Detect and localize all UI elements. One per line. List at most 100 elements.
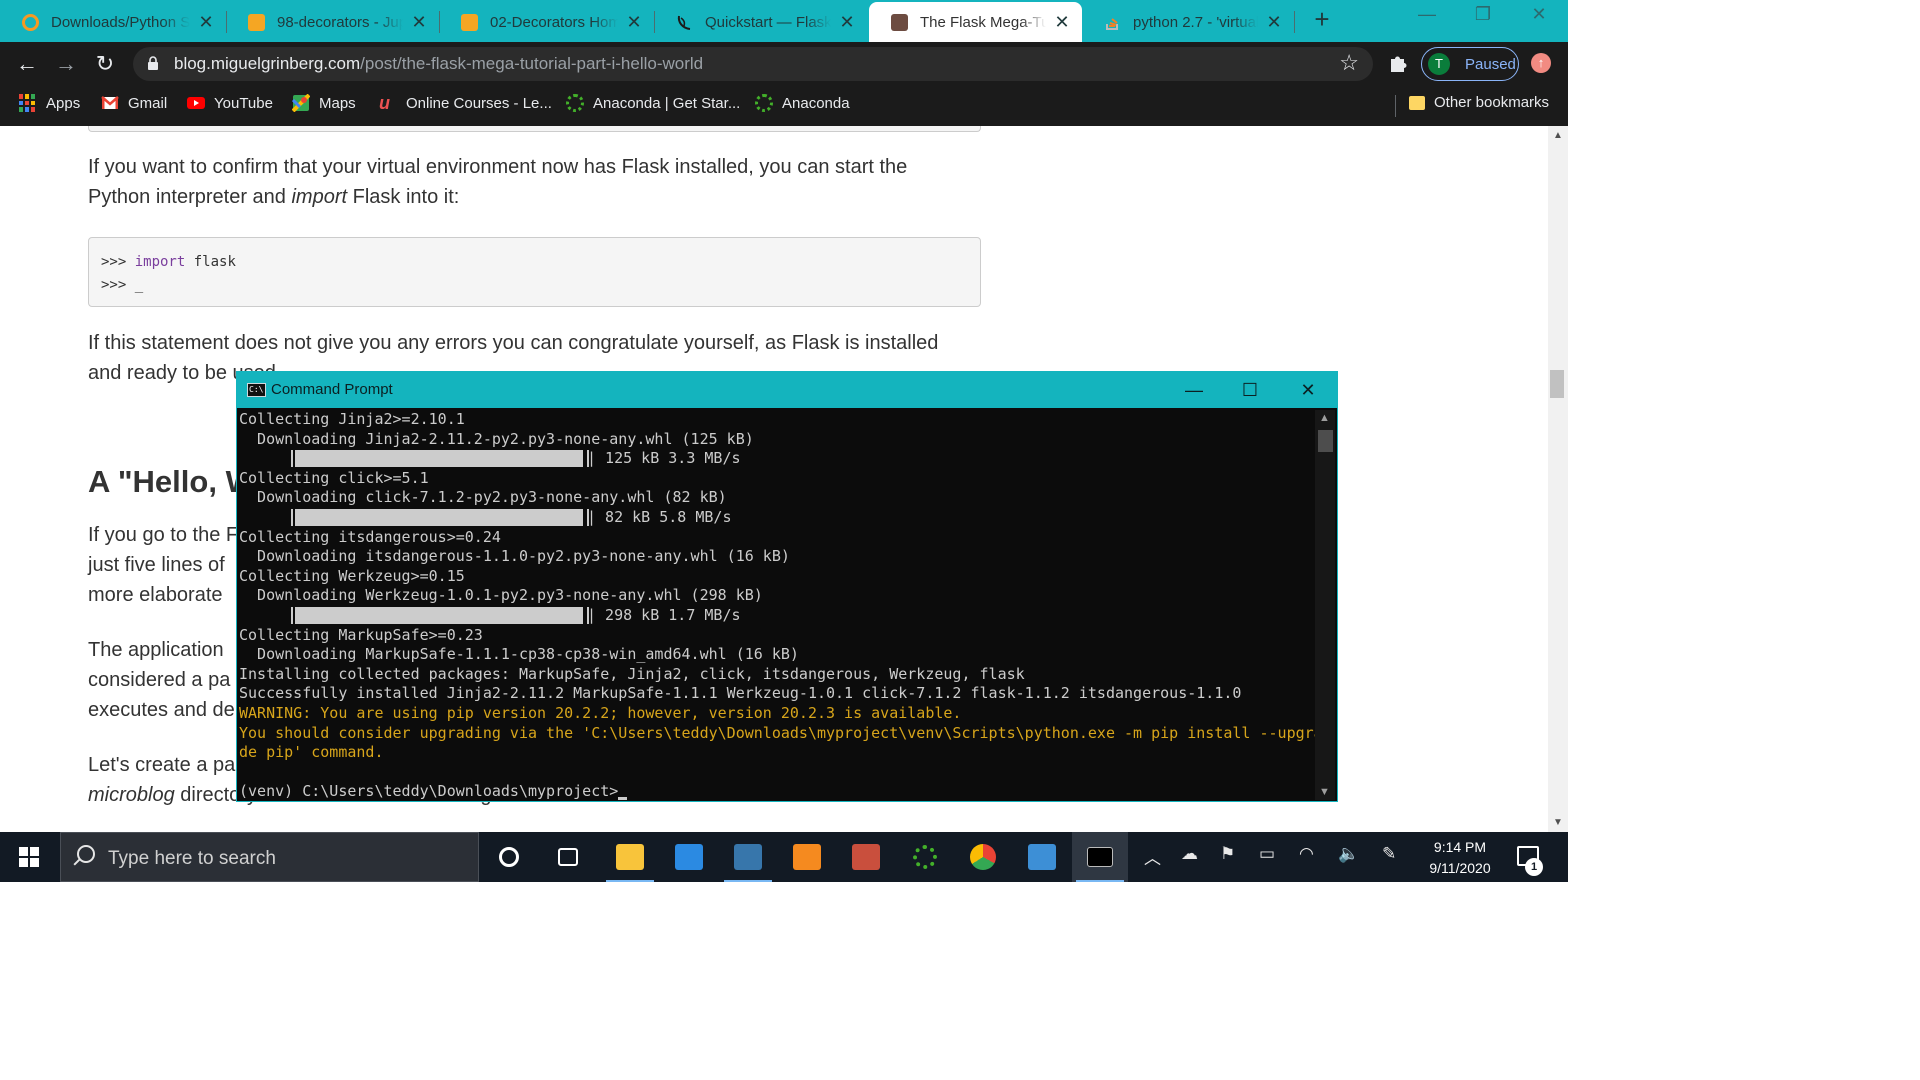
profile-button[interactable]: T Paused bbox=[1421, 47, 1519, 81]
cmd-output-line: (venv) C:\Users\teddy\Downloads\myprojec… bbox=[239, 782, 1315, 800]
clock-time: 9:14 PM bbox=[1433, 839, 1487, 855]
running-indicator bbox=[724, 880, 772, 882]
cmd-scroll-down-icon[interactable]: ▼ bbox=[1319, 786, 1330, 798]
bookmark-anaconda[interactable]: Anaconda bbox=[755, 94, 850, 112]
show-hidden-icons-chevron-icon[interactable]: ︿ bbox=[1144, 844, 1161, 869]
wifi-icon[interactable]: ◠ bbox=[1299, 844, 1314, 864]
other-bookmarks-folder[interactable]: Other bookmarks bbox=[1409, 94, 1549, 111]
cmd-output-line: Collecting Werkzeug>=0.15 bbox=[239, 566, 465, 585]
bookmark-gmail[interactable]: Gmail bbox=[101, 94, 167, 112]
back-arrow-icon[interactable]: ← bbox=[13, 50, 41, 78]
tab-decorators-home[interactable]: 02-Decorators Home ✕ bbox=[439, 2, 654, 42]
bookmark-youtube[interactable]: YouTube bbox=[187, 94, 273, 112]
bookmark-maps[interactable]: Maps bbox=[292, 94, 356, 112]
tab-python-virtualenv[interactable]: python 2.7 - 'virtuale ✕ bbox=[1082, 2, 1294, 42]
text-cursor bbox=[618, 796, 628, 800]
taskbar-clock[interactable]: 9:14 PM 9/11/2020 bbox=[1412, 837, 1508, 879]
python-icon[interactable] bbox=[720, 832, 776, 882]
anaconda-icon bbox=[566, 94, 584, 112]
windows-start-icon[interactable] bbox=[19, 847, 39, 867]
stackoverflow-icon bbox=[1104, 14, 1121, 31]
task-view-icon[interactable] bbox=[540, 832, 596, 882]
scroll-up-icon[interactable]: ▲ bbox=[1553, 130, 1563, 141]
command-prompt-icon[interactable] bbox=[1072, 832, 1128, 882]
cmd-close-button[interactable]: ✕ bbox=[1288, 376, 1328, 404]
cmd-scroll-thumb[interactable] bbox=[1318, 430, 1333, 452]
cortana-icon[interactable] bbox=[481, 832, 537, 882]
cmd-title-bar[interactable]: C:\ Command Prompt — ☐ ✕ bbox=[237, 372, 1337, 408]
page-scrollbar[interactable]: ▲ ▼ bbox=[1548, 126, 1568, 832]
python-icon-glyph bbox=[734, 844, 762, 870]
tab-decorators[interactable]: 98-decorators - Jupy ✕ bbox=[226, 2, 439, 42]
forward-arrow-icon[interactable]: → bbox=[52, 50, 80, 78]
reload-icon[interactable]: ↻ bbox=[91, 50, 119, 78]
new-tab-button[interactable]: + bbox=[1310, 4, 1334, 35]
cmd-output-line: WARNING: You are using pip version 20.2.… bbox=[239, 703, 962, 722]
tab-close-icon[interactable]: ✕ bbox=[1052, 12, 1072, 33]
page-scroll-thumb[interactable] bbox=[1550, 370, 1564, 398]
mail-icon[interactable] bbox=[661, 832, 717, 882]
gmail-icon bbox=[101, 96, 119, 109]
extensions-puzzle-icon[interactable] bbox=[1387, 52, 1409, 74]
taskbar-search-input[interactable]: Type here to search bbox=[60, 832, 479, 882]
bookmark-apps[interactable]: Apps bbox=[19, 94, 80, 112]
url-path: /post/the-flask-mega-tutorial-part-i-hel… bbox=[360, 54, 704, 73]
running-indicator bbox=[606, 880, 654, 882]
tab-close-icon[interactable]: ✕ bbox=[196, 12, 216, 33]
browser-minimize-button[interactable]: — bbox=[1412, 4, 1442, 25]
file-explorer-icon[interactable] bbox=[602, 832, 658, 882]
search-placeholder: Type here to search bbox=[108, 848, 276, 869]
section-heading-hello-world: A "Hello, W bbox=[88, 464, 255, 499]
folder-icon bbox=[1409, 95, 1425, 110]
notebook-icon bbox=[461, 13, 478, 31]
onedrive-cloud-icon[interactable]: ☁ bbox=[1181, 844, 1198, 864]
lock-icon bbox=[148, 56, 158, 70]
browser-close-button[interactable]: ✕ bbox=[1524, 4, 1554, 25]
browser-restore-button[interactable]: ❐ bbox=[1468, 4, 1498, 25]
cmd-maximize-button[interactable]: ☐ bbox=[1230, 376, 1270, 404]
pen-icon[interactable]: ✎ bbox=[1382, 844, 1396, 864]
cmd-minimize-button[interactable]: — bbox=[1174, 376, 1214, 404]
tab-close-icon[interactable]: ✕ bbox=[624, 12, 644, 33]
anaconda-icon bbox=[755, 94, 773, 112]
cmd-window-title: Command Prompt bbox=[271, 381, 393, 398]
control-panel-icon[interactable] bbox=[1014, 832, 1070, 882]
cmd-output[interactable]: Collecting Jinja2>=2.10.1 Downloading Ji… bbox=[239, 410, 1315, 800]
paint-icon[interactable] bbox=[838, 832, 894, 882]
cmd-output-line: Collecting itsdangerous>=0.24 bbox=[239, 527, 501, 546]
code-block-import-flask: >>> import flask >>> _ bbox=[88, 237, 981, 307]
tab-strip: Downloads/Python S ✕ 98-decorators - Jup… bbox=[0, 0, 1568, 42]
cmd-scroll-up-icon[interactable]: ▲ bbox=[1319, 412, 1330, 424]
sublime-text-icon[interactable] bbox=[779, 832, 835, 882]
tab-close-icon[interactable]: ✕ bbox=[409, 12, 429, 33]
address-bar[interactable]: blog.miguelgrinberg.com/post/the-flask-m… bbox=[133, 47, 1373, 81]
tab-quickstart[interactable]: Quickstart — Flask D ✕ bbox=[654, 2, 867, 42]
paragraph-confirm-flask: If you want to confirm that your virtual… bbox=[88, 156, 908, 208]
cmd-output-line: Downloading Werkzeug-1.0.1-py2.py3-none-… bbox=[239, 586, 763, 605]
tab-flask-mega-tutorial[interactable]: The Flask Mega-Tuto ✕ bbox=[869, 2, 1082, 42]
cmd-scrollbar[interactable]: ▲ ▼ bbox=[1315, 410, 1335, 800]
bookmark-anaconda-get-started[interactable]: Anaconda | Get Star... bbox=[566, 94, 740, 112]
anaconda-icon[interactable] bbox=[897, 832, 953, 882]
bookmarks-bar: Apps Gmail YouTube Maps u Online Courses… bbox=[0, 86, 1568, 126]
tab-close-icon[interactable]: ✕ bbox=[837, 12, 857, 33]
command-prompt-window[interactable]: C:\ Command Prompt — ☐ ✕ Collecting Jinj… bbox=[236, 371, 1338, 802]
chrome-icon[interactable] bbox=[955, 832, 1011, 882]
chrome-icon-glyph bbox=[970, 844, 996, 870]
volume-icon[interactable]: 🔈 bbox=[1338, 844, 1359, 864]
tab-close-icon[interactable]: ✕ bbox=[1264, 12, 1284, 33]
scroll-down-icon[interactable]: ▼ bbox=[1553, 817, 1563, 828]
security-icon[interactable]: ⚑ bbox=[1220, 844, 1235, 864]
task-view-icon-glyph bbox=[558, 848, 578, 866]
tab-downloads[interactable]: Downloads/Python S ✕ bbox=[0, 2, 226, 42]
flask-icon bbox=[676, 14, 693, 31]
cmd-output-line: Collecting MarkupSafe>=0.23 bbox=[239, 625, 483, 644]
paint-icon-glyph bbox=[852, 844, 880, 870]
update-menu-icon[interactable]: ↑ bbox=[1531, 53, 1551, 73]
apps-grid-icon bbox=[19, 94, 37, 112]
bookmark-star-icon[interactable]: ☆ bbox=[1339, 50, 1359, 76]
notification-count-badge: 1 bbox=[1525, 858, 1543, 876]
battery-icon[interactable]: ▭ bbox=[1259, 844, 1275, 864]
bookmark-online-courses[interactable]: u Online Courses - Le... bbox=[379, 94, 552, 112]
command-prompt-icon-glyph bbox=[1087, 847, 1113, 867]
